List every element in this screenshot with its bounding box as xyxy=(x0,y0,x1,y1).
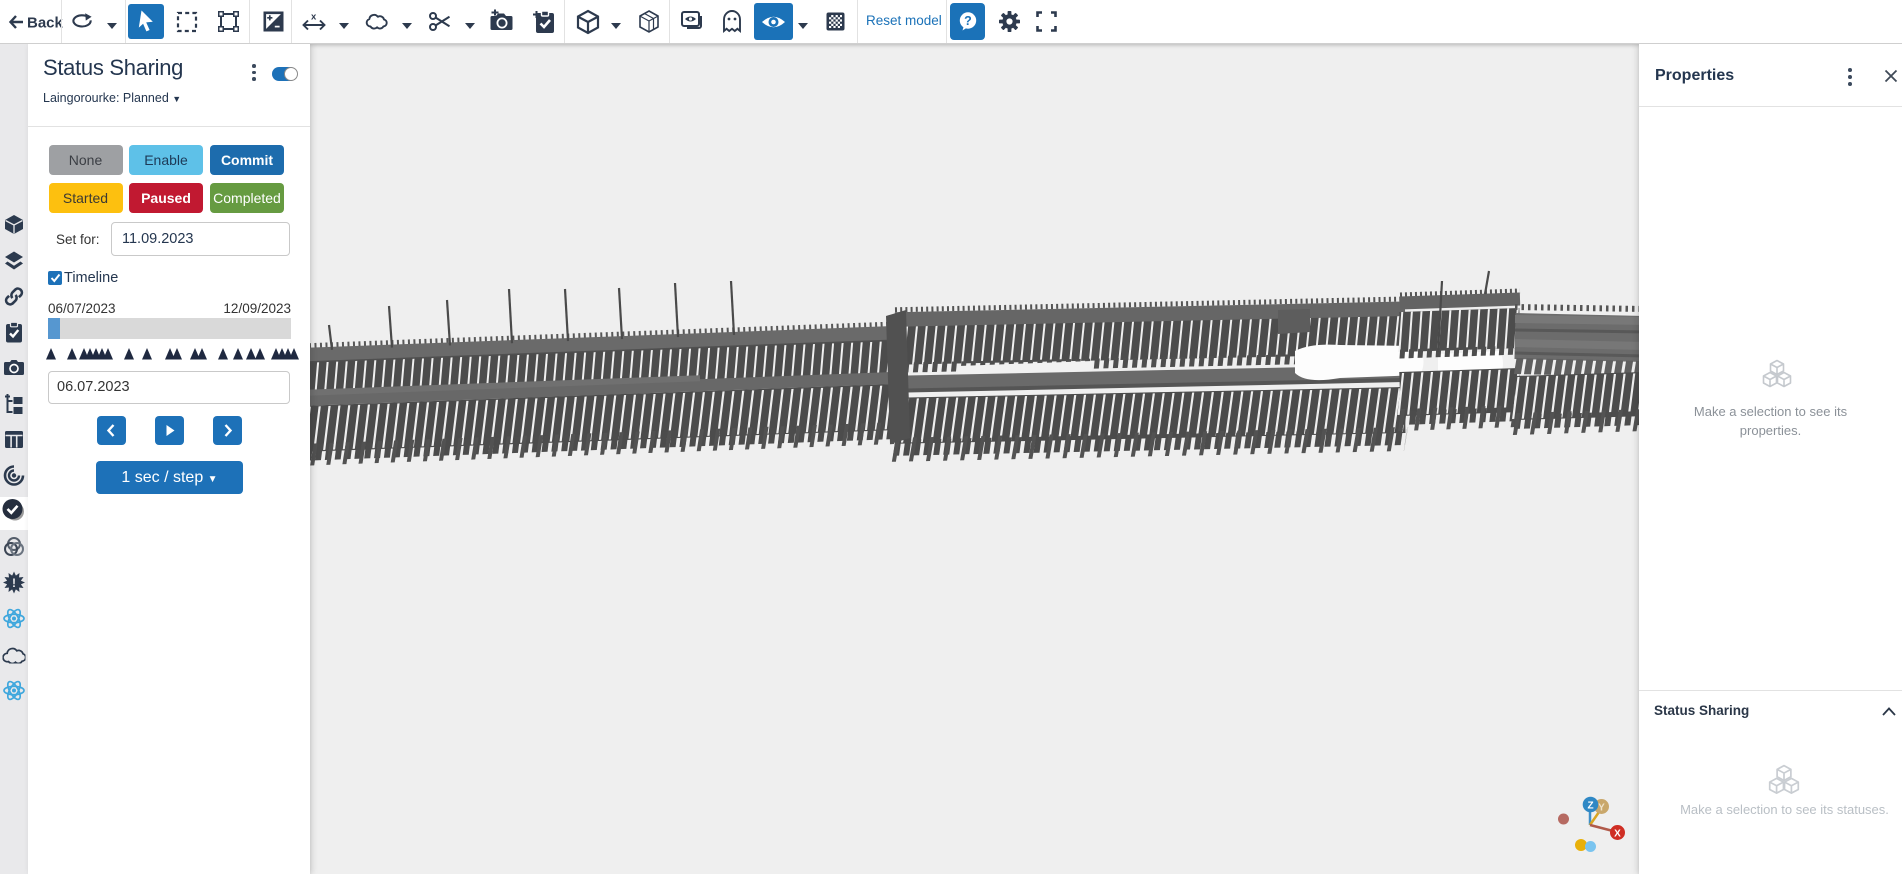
svg-text:Z: Z xyxy=(1587,801,1593,812)
svg-text:?: ? xyxy=(964,14,972,28)
svg-text:Back: Back xyxy=(27,15,64,32)
svg-text:x: x xyxy=(311,12,317,23)
svg-text:Y: Y xyxy=(1598,803,1605,814)
svg-text:X: X xyxy=(1614,829,1621,840)
